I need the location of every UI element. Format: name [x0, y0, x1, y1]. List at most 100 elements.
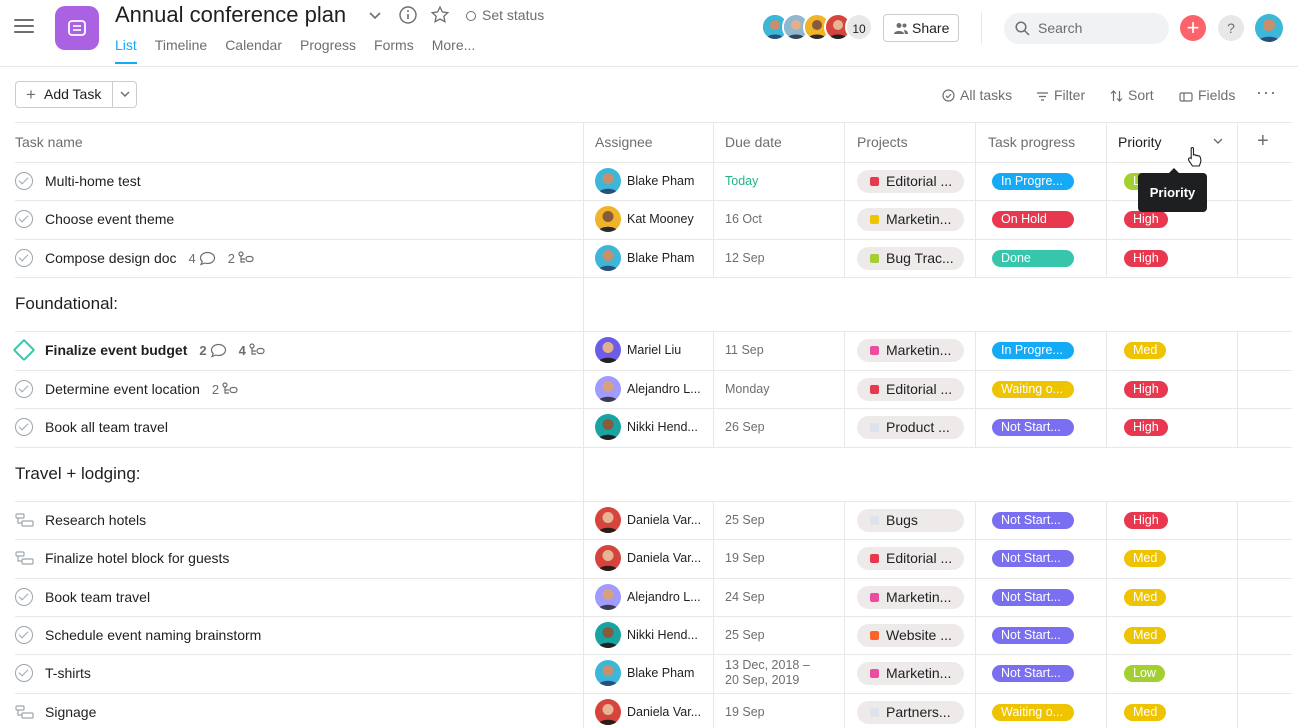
sort-button[interactable]: Sort — [1110, 87, 1154, 103]
priority-badge[interactable]: Med — [1124, 627, 1167, 644]
assignee-cell[interactable]: Kat Mooney — [595, 206, 707, 232]
table-row[interactable]: Book all team travel Nikki Hend... 26 Sep P… — [0, 408, 1298, 446]
add-task-button[interactable]: + Add Task — [16, 82, 112, 107]
status-badge[interactable]: Waiting o... — [992, 704, 1074, 721]
due-date[interactable]: Monday — [725, 382, 769, 397]
check-icon[interactable] — [15, 380, 33, 398]
due-date[interactable]: 26 Sep — [725, 420, 765, 435]
subtask-count[interactable]: 4 — [239, 342, 266, 360]
status-badge[interactable]: Not Start... — [992, 512, 1074, 529]
status-badge[interactable]: Not Start... — [992, 419, 1074, 436]
task-name[interactable]: Research hotels — [45, 511, 146, 529]
column-header-projects[interactable]: Projects — [857, 134, 908, 150]
assignee-cell[interactable]: Alejandro L... — [595, 376, 707, 402]
task-name[interactable]: Compose design doc 4 2 — [45, 249, 255, 268]
add-task-dropdown[interactable] — [112, 82, 137, 107]
all-tasks-button[interactable]: All tasks — [942, 87, 1012, 103]
due-date[interactable]: 11 Sep — [725, 343, 764, 358]
assignee-cell[interactable]: Mariel Liu — [595, 337, 707, 363]
task-name[interactable]: Book all team travel — [45, 418, 168, 436]
project-tag[interactable]: Marketin... — [857, 662, 964, 685]
table-row[interactable]: Finalize event budget 2 4 Mariel Liu 11 Sep M… — [0, 331, 1298, 369]
assignee-cell[interactable]: Daniela Var... — [595, 507, 707, 533]
project-tag[interactable]: Marketin... — [857, 586, 964, 609]
status-badge[interactable]: Not Start... — [992, 627, 1074, 644]
section-title[interactable]: Travel + lodging: — [15, 464, 141, 484]
assignee-cell[interactable]: Daniela Var... — [595, 545, 707, 571]
column-header-task-progress[interactable]: Task progress — [988, 134, 1075, 150]
search-input[interactable]: Search — [1004, 13, 1169, 44]
due-date[interactable]: 25 Sep — [725, 513, 765, 528]
check-icon[interactable] — [15, 210, 33, 228]
task-name[interactable]: Finalize event budget 2 4 — [45, 341, 266, 360]
project-tag[interactable]: Editorial ... — [857, 547, 964, 570]
status-badge[interactable]: Done — [992, 250, 1074, 267]
task-name[interactable]: Book team travel — [45, 588, 150, 606]
priority-badge[interactable]: High — [1124, 211, 1168, 228]
check-icon[interactable] — [15, 664, 33, 682]
task-name[interactable]: Determine event location 2 — [45, 380, 239, 399]
column-header-due-date[interactable]: Due date — [725, 134, 782, 150]
due-date[interactable]: 19 Sep — [725, 705, 765, 720]
status-badge[interactable]: Waiting o... — [992, 381, 1074, 398]
tab-more[interactable]: More... — [432, 36, 476, 64]
priority-badge[interactable]: High — [1124, 419, 1168, 436]
project-tag[interactable]: Marketin... — [857, 339, 964, 362]
priority-badge[interactable]: Low — [1124, 665, 1165, 682]
project-title[interactable]: Annual conference plan — [115, 2, 346, 28]
task-name[interactable]: Finalize hotel block for guests — [45, 549, 229, 567]
check-icon[interactable] — [15, 588, 33, 606]
project-list-icon[interactable] — [55, 6, 99, 50]
assignee-cell[interactable]: Blake Pham — [595, 245, 707, 271]
priority-badge[interactable]: High — [1124, 512, 1168, 529]
due-date[interactable]: 24 Sep — [725, 590, 765, 605]
subtask-icon[interactable] — [15, 513, 35, 532]
add-column-button[interactable]: + — [1257, 131, 1269, 151]
table-row[interactable]: Finalize hotel block for guests Daniela V… — [0, 539, 1298, 577]
more-options-button[interactable]: ··· — [1256, 83, 1277, 101]
status-badge[interactable]: In Progre... — [992, 342, 1074, 359]
due-date[interactable]: 13 Dec, 2018 –20 Sep, 2019 — [725, 658, 810, 688]
assignee-cell[interactable]: Alejandro L... — [595, 584, 707, 610]
milestone-icon[interactable] — [12, 338, 36, 362]
comment-count[interactable]: 2 — [199, 342, 226, 360]
priority-badge[interactable]: Med — [1124, 704, 1167, 721]
info-icon[interactable] — [398, 5, 418, 25]
check-icon[interactable] — [15, 626, 33, 644]
quick-add-button[interactable]: + — [1180, 15, 1206, 41]
due-date[interactable]: Today — [725, 174, 758, 189]
status-badge[interactable]: Not Start... — [992, 665, 1074, 682]
subtask-count[interactable]: 2 — [228, 250, 255, 268]
project-tag[interactable]: Marketin... — [857, 208, 964, 231]
priority-badge[interactable]: High — [1124, 250, 1168, 267]
project-tag[interactable]: Website ... — [857, 624, 964, 647]
project-tag[interactable]: Editorial ... — [857, 378, 964, 401]
table-row[interactable]: Multi-home test Blake Pham Today Editorial … — [0, 162, 1298, 200]
status-badge[interactable]: In Progre... — [992, 173, 1074, 190]
project-tag[interactable]: Partners... — [857, 701, 964, 724]
status-badge[interactable]: Not Start... — [992, 550, 1074, 567]
table-row[interactable]: T-shirts Blake Pham 13 Dec, 2018 –20 Sep, … — [0, 654, 1298, 692]
table-row[interactable]: Choose event theme Kat Mooney 16 Oct Market… — [0, 200, 1298, 238]
status-badge[interactable]: Not Start... — [992, 589, 1074, 606]
tab-progress[interactable]: Progress — [300, 36, 356, 64]
task-name[interactable]: Signage — [45, 703, 96, 721]
section-title[interactable]: Foundational: — [15, 294, 118, 314]
subtask-icon[interactable] — [15, 705, 35, 724]
project-tag[interactable]: Bug Trac... — [857, 247, 964, 270]
table-row[interactable]: Compose design doc 4 2 Blake Pham 12 Sep Bug … — [0, 239, 1298, 277]
check-icon[interactable] — [15, 418, 33, 436]
assignee-cell[interactable]: Nikki Hend... — [595, 414, 707, 440]
task-name[interactable]: Multi-home test — [45, 172, 141, 190]
priority-badge[interactable]: High — [1124, 381, 1168, 398]
tab-timeline[interactable]: Timeline — [155, 36, 207, 64]
table-row[interactable]: Schedule event naming brainstorm Nikki He… — [0, 616, 1298, 654]
priority-badge[interactable]: Med — [1124, 589, 1167, 606]
check-icon[interactable] — [15, 249, 33, 267]
priority-badge[interactable]: Med — [1124, 550, 1167, 567]
priority-badge[interactable]: Med — [1124, 342, 1167, 359]
assignee-cell[interactable]: Blake Pham — [595, 168, 707, 194]
share-button[interactable]: Share — [883, 14, 959, 42]
check-icon[interactable] — [15, 172, 33, 190]
tab-forms[interactable]: Forms — [374, 36, 414, 64]
